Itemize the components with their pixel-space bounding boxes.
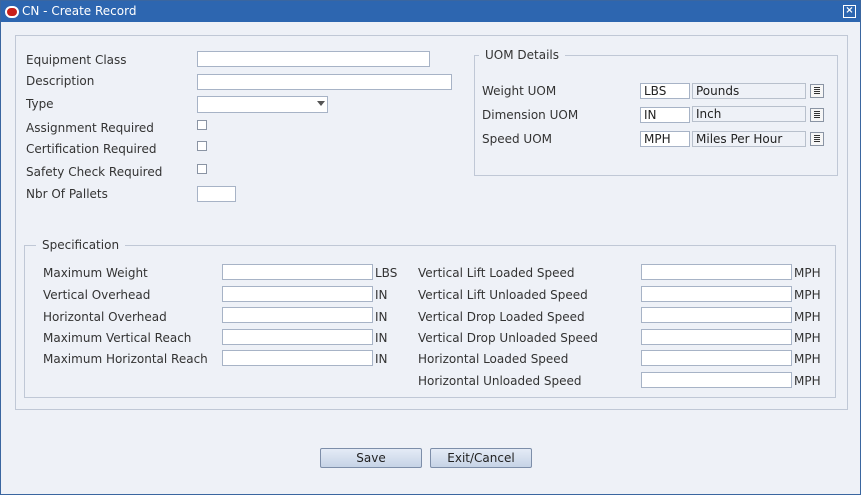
weight-uom-label: Weight UOM	[482, 84, 557, 98]
certification-required-label: Certification Required	[26, 142, 157, 156]
nbr-of-pallets-label: Nbr Of Pallets	[26, 187, 108, 201]
type-label: Type	[26, 97, 54, 111]
type-select[interactable]	[197, 96, 328, 113]
specification-group: Specification Maximum Weight LBS Vertica…	[24, 238, 836, 398]
assignment-required-label: Assignment Required	[26, 121, 154, 135]
vertical-lift-loaded-speed-label: Vertical Lift Loaded Speed	[418, 266, 575, 280]
assignment-required-checkbox[interactable]	[197, 120, 207, 130]
nbr-of-pallets-input[interactable]	[197, 186, 236, 202]
vertical-lift-unloaded-speed-unit: MPH	[794, 288, 821, 302]
vertical-lift-loaded-speed-unit: MPH	[794, 266, 821, 280]
description-label: Description	[26, 74, 95, 88]
maximum-weight-unit: LBS	[375, 266, 398, 280]
exit-cancel-button[interactable]: Exit/Cancel	[430, 448, 532, 468]
safety-check-required-label: Safety Check Required	[26, 165, 163, 179]
vertical-drop-loaded-speed-unit: MPH	[794, 310, 821, 324]
weight-uom-code-input[interactable]	[640, 83, 690, 99]
dimension-uom-label: Dimension UOM	[482, 108, 579, 122]
vertical-drop-unloaded-speed-input[interactable]	[641, 329, 792, 345]
weight-uom-lov-icon[interactable]	[810, 84, 824, 98]
horizontal-overhead-input[interactable]	[222, 307, 373, 323]
oracle-logo-icon	[5, 6, 19, 18]
speed-uom-desc-field	[692, 131, 806, 147]
equipment-class-label: Equipment Class	[26, 53, 127, 67]
title-bar: CN - Create Record ×	[1, 1, 860, 22]
horizontal-overhead-unit: IN	[375, 310, 388, 324]
uom-details-legend: UOM Details	[479, 48, 565, 62]
vertical-lift-loaded-speed-input[interactable]	[641, 264, 792, 280]
horizontal-overhead-label: Horizontal Overhead	[43, 310, 167, 324]
speed-uom-code-input[interactable]	[640, 131, 690, 147]
chevron-down-icon	[317, 101, 325, 106]
certification-required-checkbox[interactable]	[197, 141, 207, 151]
vertical-drop-unloaded-speed-unit: MPH	[794, 331, 821, 345]
maximum-horizontal-reach-input[interactable]	[222, 350, 373, 366]
uom-details-group: UOM Details Weight UOM Dimension UOM Spe…	[474, 48, 838, 176]
vertical-lift-unloaded-speed-label: Vertical Lift Unloaded Speed	[418, 288, 588, 302]
vertical-overhead-label: Vertical Overhead	[43, 288, 151, 302]
horizontal-loaded-speed-input[interactable]	[641, 350, 792, 366]
description-input[interactable]	[197, 74, 452, 90]
specification-legend: Specification	[36, 238, 126, 252]
maximum-vertical-reach-unit: IN	[375, 331, 388, 345]
form-panel: Equipment Class Description Type Assignm…	[15, 35, 848, 410]
maximum-weight-input[interactable]	[222, 264, 373, 280]
maximum-vertical-reach-label: Maximum Vertical Reach	[43, 331, 192, 345]
vertical-lift-unloaded-speed-input[interactable]	[641, 286, 792, 302]
maximum-horizontal-reach-unit: IN	[375, 352, 388, 366]
speed-uom-label: Speed UOM	[482, 132, 553, 146]
maximum-weight-label: Maximum Weight	[43, 266, 148, 280]
close-icon[interactable]: ×	[843, 5, 856, 18]
vertical-overhead-unit: IN	[375, 288, 388, 302]
vertical-drop-unloaded-speed-label: Vertical Drop Unloaded Speed	[418, 331, 598, 345]
speed-uom-lov-icon[interactable]	[810, 132, 824, 146]
maximum-horizontal-reach-label: Maximum Horizontal Reach	[43, 352, 208, 366]
horizontal-loaded-speed-label: Horizontal Loaded Speed	[418, 352, 569, 366]
save-button[interactable]: Save	[320, 448, 422, 468]
create-record-window: CN - Create Record × Equipment Class Des…	[0, 0, 861, 495]
safety-check-required-checkbox[interactable]	[197, 164, 207, 174]
dimension-uom-desc-field	[692, 106, 806, 122]
horizontal-unloaded-speed-label: Horizontal Unloaded Speed	[418, 374, 582, 388]
weight-uom-desc-field	[692, 83, 806, 99]
window-title: CN - Create Record	[22, 4, 137, 18]
vertical-overhead-input[interactable]	[222, 286, 373, 302]
horizontal-unloaded-speed-input[interactable]	[641, 372, 792, 388]
maximum-vertical-reach-input[interactable]	[222, 329, 373, 345]
horizontal-unloaded-speed-unit: MPH	[794, 374, 821, 388]
vertical-drop-loaded-speed-label: Vertical Drop Loaded Speed	[418, 310, 585, 324]
dimension-uom-lov-icon[interactable]	[810, 108, 824, 122]
equipment-class-input[interactable]	[197, 51, 430, 67]
vertical-drop-loaded-speed-input[interactable]	[641, 307, 792, 323]
horizontal-loaded-speed-unit: MPH	[794, 352, 821, 366]
dimension-uom-code-input[interactable]	[640, 107, 690, 123]
